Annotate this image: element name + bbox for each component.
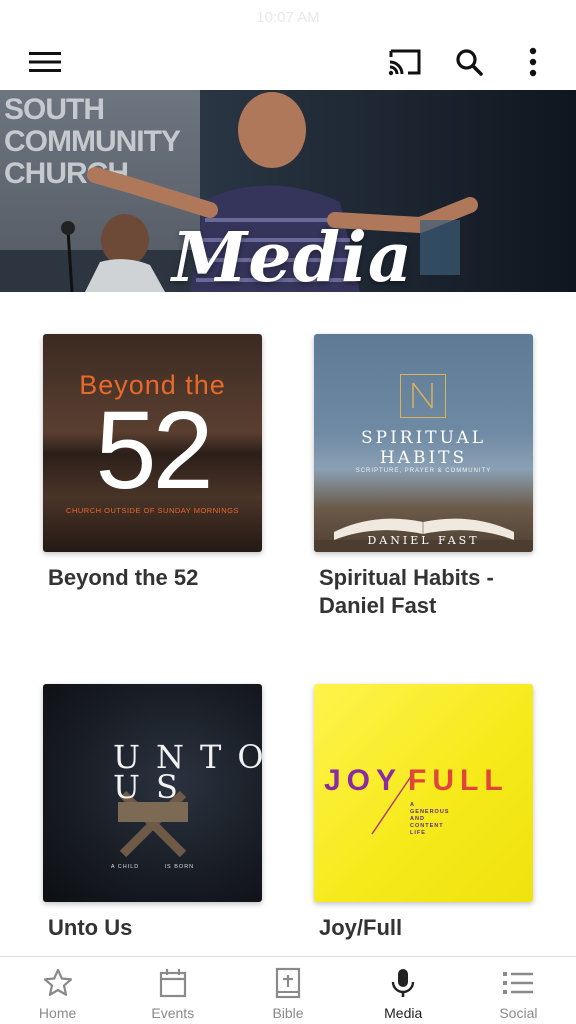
bottom-tab-bar: Home Events Bible Media Social <box>0 956 576 1024</box>
media-card-unto-us[interactable]: UNTO US A CHILD IS BORN Unto Us <box>43 684 262 942</box>
artwork-footer: DANIEL FAST <box>367 534 480 547</box>
star-icon <box>43 968 72 996</box>
hero-title: Media <box>172 218 413 292</box>
bible-icon <box>275 967 301 999</box>
media-artwork[interactable]: SPIRITUAL HABITS SCRIPTURE, PRAYER & COM… <box>314 334 533 552</box>
cast-icon[interactable] <box>386 43 424 81</box>
media-card-spiritual-habits[interactable]: SPIRITUAL HABITS SCRIPTURE, PRAYER & COM… <box>314 334 533 620</box>
artwork-tagline: SCRIPTURE, PRAYER & COMMUNITY <box>355 468 492 474</box>
calendar-icon <box>159 969 186 998</box>
artwork-heading: SPIRITUAL HABITS <box>360 428 487 468</box>
media-title[interactable]: Spiritual Habits - Daniel Fast <box>319 564 549 620</box>
media-card-beyond-the-52[interactable]: Beyond the 52 CHURCH OUTSIDE OF SUNDAY M… <box>43 334 262 592</box>
tab-media[interactable]: Media <box>346 957 461 1024</box>
status-time: 10:07 AM <box>256 8 320 26</box>
media-artwork[interactable]: JOY FULL A GENEROUS AND CONTENT LIFE <box>314 684 533 902</box>
tab-bible[interactable]: Bible <box>230 957 345 1024</box>
list-icon <box>503 972 534 994</box>
hamburger-icon[interactable] <box>26 43 64 81</box>
tab-events-label: Events <box>151 1005 195 1021</box>
media-artwork[interactable]: UNTO US A CHILD IS BORN <box>43 684 262 902</box>
media-title[interactable]: Beyond the 52 <box>48 564 278 592</box>
artwork-small-text: A GENEROUS AND CONTENT LIFE <box>410 802 450 836</box>
top-toolbar <box>0 34 576 90</box>
habits-logo-icon <box>400 374 446 418</box>
artwork-caption: A CHILD IS BORN <box>110 864 195 870</box>
artwork-number: 52 <box>95 389 213 512</box>
tab-bible-label: Bible <box>272 1005 304 1021</box>
media-title[interactable]: Joy/Full <box>319 914 549 942</box>
tab-home-label: Home <box>38 1005 77 1021</box>
tab-home[interactable]: Home <box>0 957 115 1024</box>
artwork-full: FULL <box>408 764 509 797</box>
media-artwork[interactable]: Beyond the 52 CHURCH OUTSIDE OF SUNDAY M… <box>43 334 262 552</box>
tab-social-label: Social <box>499 1005 538 1021</box>
artwork-joy-full: JOY FULL <box>324 764 509 798</box>
tab-media-label: Media <box>384 1005 423 1021</box>
search-icon[interactable] <box>450 43 488 81</box>
tab-social[interactable]: Social <box>461 957 576 1024</box>
media-grid: Beyond the 52 CHURCH OUTSIDE OF SUNDAY M… <box>0 292 576 956</box>
toolbar-actions <box>386 43 552 81</box>
tab-events[interactable]: Events <box>115 957 230 1024</box>
microphone-icon <box>392 969 415 997</box>
artwork-joy: JOY <box>324 764 403 797</box>
media-card-joy-full[interactable]: JOY FULL A GENEROUS AND CONTENT LIFE Joy/… <box>314 684 533 942</box>
artwork-letters: UNTO US <box>113 738 262 806</box>
media-hero-banner: SOUTH COMMUNITY CHURCH Media <box>0 90 576 292</box>
media-title[interactable]: Unto Us <box>48 914 278 942</box>
artwork-subtitle: CHURCH OUTSIDE OF SUNDAY MORNINGS <box>66 506 239 515</box>
more-vertical-icon[interactable] <box>514 43 552 81</box>
status-bar: 10:07 AM <box>0 0 576 34</box>
